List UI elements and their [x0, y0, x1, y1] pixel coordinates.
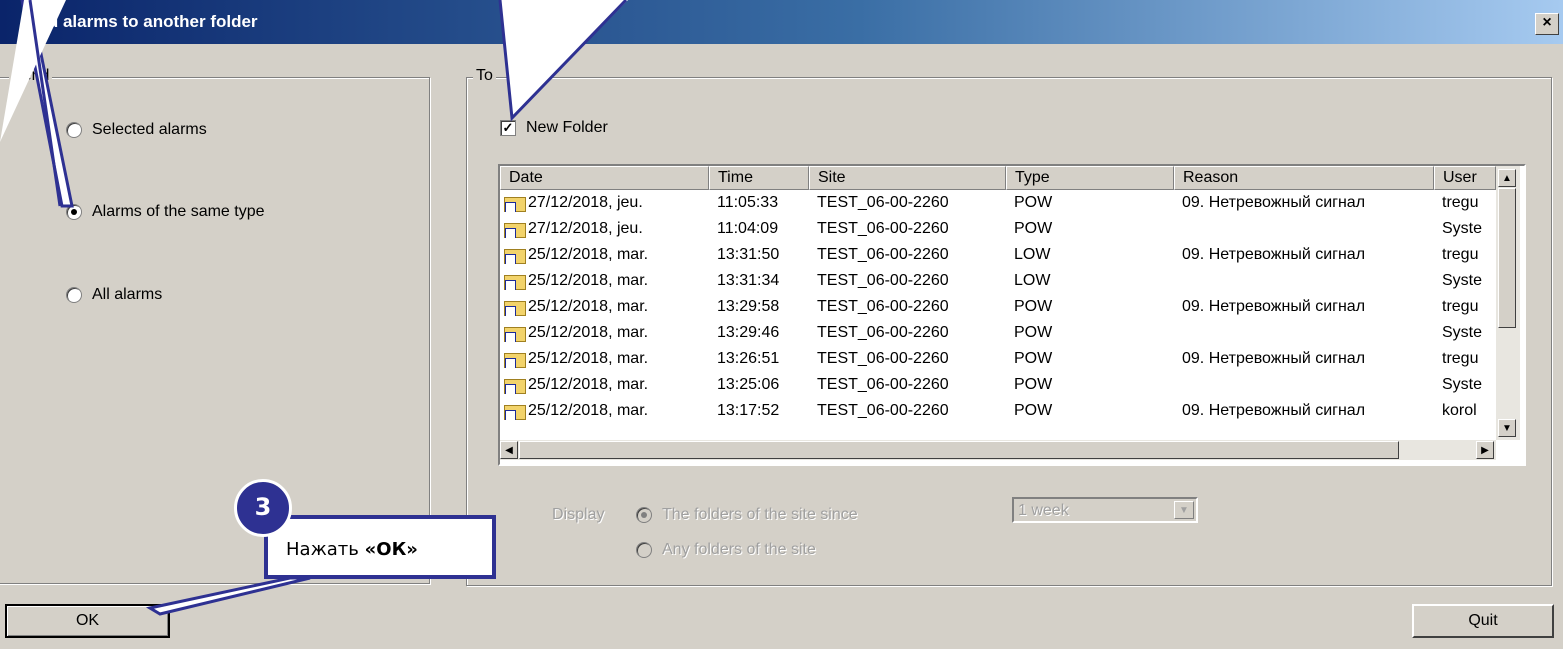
callout-text: Нажать «ОК» [286, 539, 418, 560]
step-number-badge: 3 [234, 479, 292, 537]
annotation-pointers [0, 0, 628, 616]
callout-text-prefix: Нажать [286, 539, 365, 560]
callout-text-bold: «ОК» [364, 539, 418, 560]
callout-box: Нажать «ОК» [264, 515, 496, 579]
callout-pointer-ok [145, 576, 311, 616]
